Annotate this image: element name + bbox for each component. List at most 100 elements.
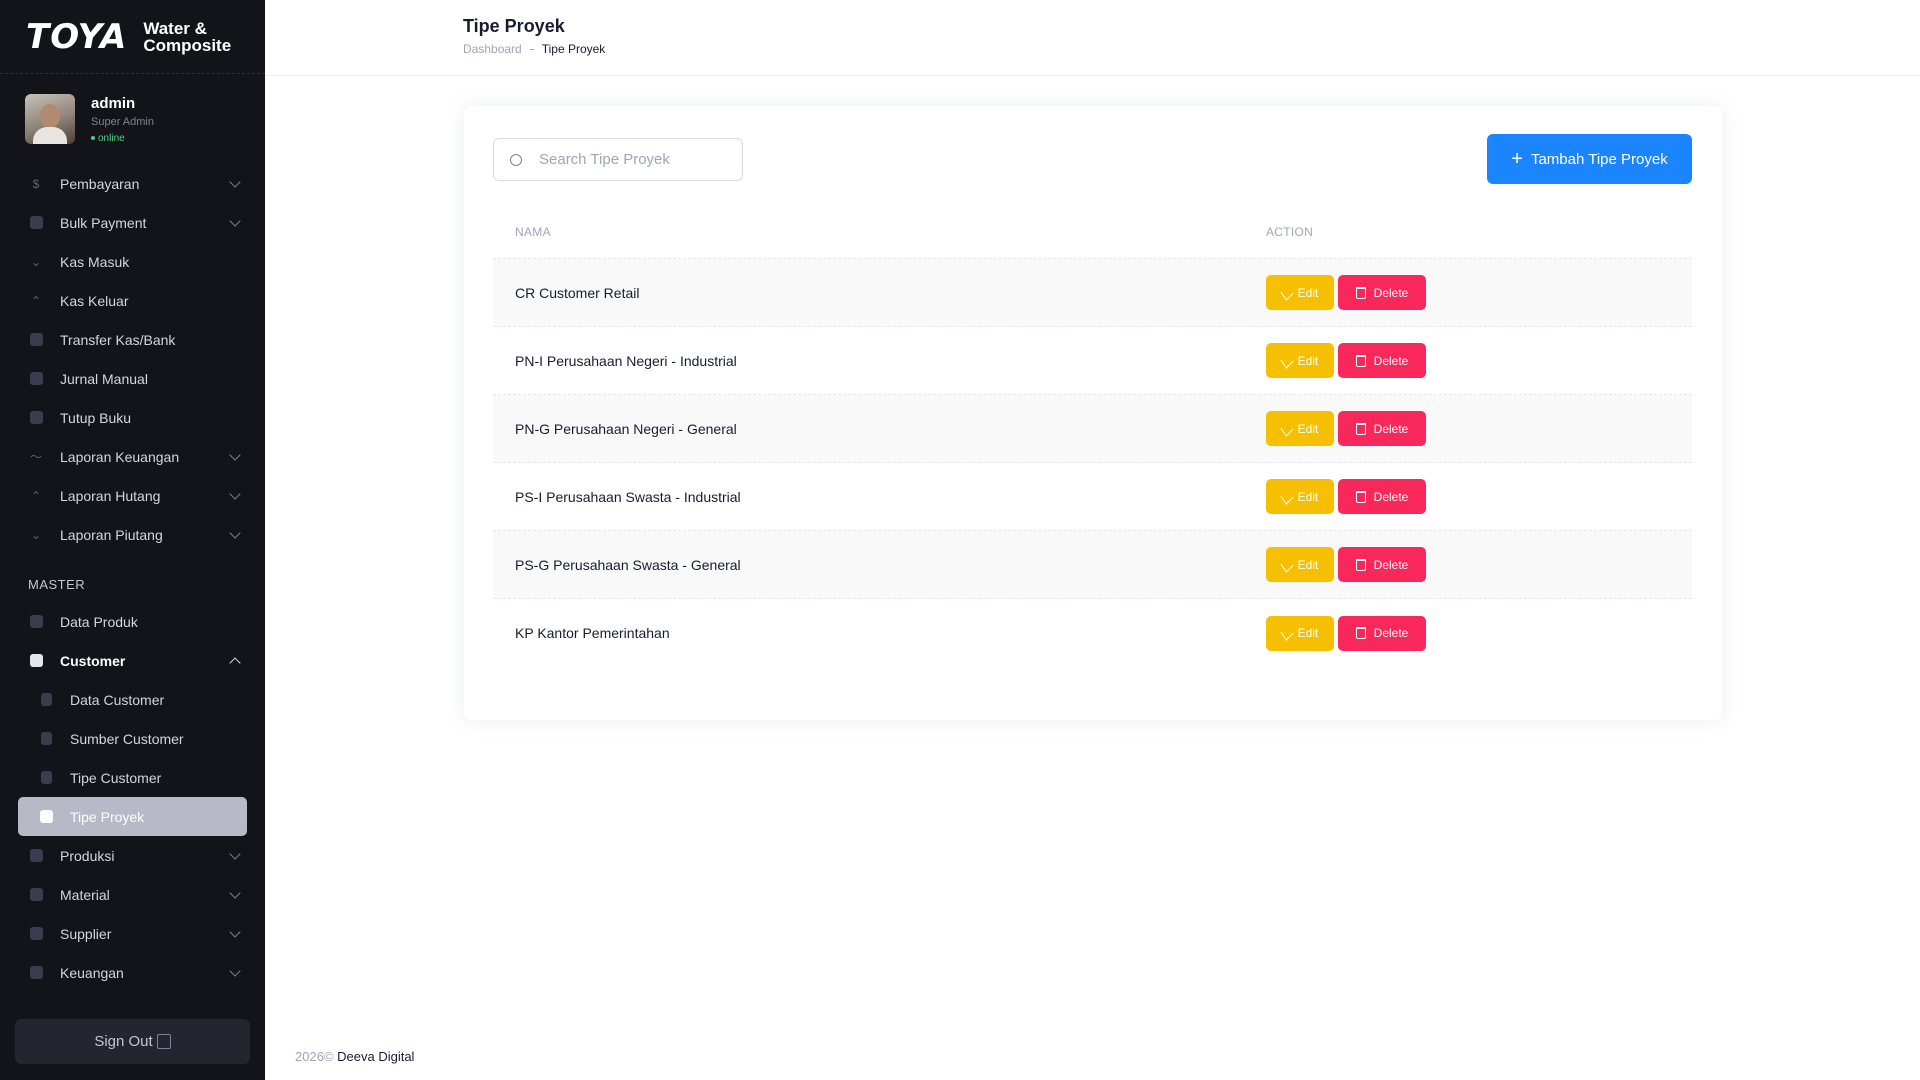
delete-label: Delete	[1373, 626, 1409, 640]
row-actions: Edit Delete	[1266, 547, 1692, 582]
sidebar-item-label: Produksi	[60, 847, 115, 864]
sidebar-item-label: Transfer Kas/Bank	[60, 331, 176, 348]
sidebar-item-label: Tipe Proyek	[70, 808, 145, 825]
row-name: CR Customer Retail	[515, 284, 640, 301]
sidebar-item-pembayaran[interactable]: $ Pembayaran	[0, 164, 265, 203]
search-input[interactable]	[539, 151, 719, 168]
sidebar-item-customer[interactable]: Customer	[0, 641, 265, 680]
sidebar-item-laporan-piutang[interactable]: ⌄ Laporan Piutang	[0, 515, 265, 554]
delete-button[interactable]: Delete	[1338, 343, 1426, 378]
edit-button[interactable]: Edit	[1266, 547, 1334, 582]
sidebar-item-label: Laporan Hutang	[60, 487, 161, 504]
delete-label: Delete	[1373, 353, 1409, 368]
sidebar-item-label: Bulk Payment	[60, 214, 147, 231]
document-icon	[38, 692, 54, 708]
user-status: online	[91, 133, 154, 144]
sidebar-item-label: Pembayaran	[60, 175, 140, 192]
sidebar-item-tutup-buku[interactable]: Tutup Buku	[0, 398, 265, 437]
delete-label: Delete	[1373, 557, 1409, 572]
delete-button[interactable]: Delete	[1338, 411, 1426, 446]
brand[interactable]: TOYA Water & Composite	[0, 0, 265, 74]
sidebar-item-jurnal-manual[interactable]: Jurnal Manual	[0, 359, 265, 398]
footer: 2026© Deeva Digital	[295, 1049, 414, 1064]
delete-button[interactable]: Delete	[1338, 275, 1426, 310]
edit-label: Edit	[1297, 626, 1319, 640]
row-actions: Edit Delete	[1266, 411, 1692, 446]
sidebar-item-transfer-kas-bank[interactable]: Transfer Kas/Bank	[0, 320, 265, 359]
table-row: KP Kantor Pemerintahan Edit Delete	[493, 599, 1692, 667]
dollar-icon: $	[32, 176, 40, 191]
edit-button[interactable]: Edit	[1266, 275, 1334, 310]
user-profile[interactable]: admin Super Admin online	[0, 74, 265, 164]
pencil-icon	[1280, 556, 1294, 573]
sidebar-item-laporan-hutang[interactable]: ⌃ Laporan Hutang	[0, 476, 265, 515]
chevron-down-icon	[229, 847, 241, 860]
breadcrumb-dashboard[interactable]: Dashboard	[463, 42, 522, 56]
arrow-down-icon: ⌄	[30, 254, 42, 269]
delete-label: Delete	[1373, 285, 1409, 300]
sidebar-item-label: Data Customer	[70, 691, 165, 708]
sidebar-item-label: Sumber Customer	[70, 730, 184, 747]
sidebar-item-label: Supplier	[60, 925, 112, 942]
sidebar-item-kas-keluar[interactable]: ⌃ Kas Keluar	[0, 281, 265, 320]
arrow-up-icon: ⌃	[30, 488, 42, 503]
sidebar-item-data-customer[interactable]: Data Customer	[0, 680, 265, 719]
briefcase-icon	[28, 926, 44, 942]
delete-button[interactable]: Delete	[1338, 547, 1426, 582]
column-header-action: ACTION	[1266, 225, 1314, 239]
sidebar-menu: $ Pembayaran Bulk Payment ⌄ Kas Masuk ⌃ …	[0, 164, 265, 992]
user-role: Super Admin	[91, 115, 154, 128]
document-icon	[38, 731, 54, 747]
sidebar-item-kas-masuk[interactable]: ⌄ Kas Masuk	[0, 242, 265, 281]
page-title: Tipe Proyek	[463, 16, 565, 36]
sidebar-item-label: Material	[60, 886, 110, 903]
edit-button[interactable]: Edit	[1266, 479, 1334, 514]
chevron-down-icon	[229, 964, 241, 977]
edit-button[interactable]: Edit	[1266, 615, 1334, 651]
footer-company-link[interactable]: Deeva Digital	[337, 1049, 414, 1064]
delete-button[interactable]: Delete	[1338, 615, 1426, 651]
briefcase-icon	[28, 653, 44, 669]
sidebar-item-label: Kas Keluar	[60, 292, 129, 309]
chevron-down-icon	[229, 448, 241, 461]
add-tipe-proyek-button[interactable]: + Tambah Tipe Proyek	[1487, 134, 1692, 184]
row-actions: Edit Delete	[1266, 275, 1692, 310]
sidebar-item-sumber-customer[interactable]: Sumber Customer	[0, 719, 265, 758]
sidebar-item-data-produk[interactable]: Data Produk	[0, 602, 265, 641]
trash-icon	[1355, 286, 1366, 299]
sidebar-item-label: Tutup Buku	[60, 409, 132, 426]
sidebar-item-label: Jurnal Manual	[60, 370, 148, 387]
delete-button[interactable]: Delete	[1338, 479, 1426, 514]
trash-icon	[1355, 422, 1366, 435]
briefcase-icon	[28, 965, 44, 981]
edit-label: Edit	[1297, 421, 1319, 436]
column-header-nama[interactable]: NAMA	[493, 225, 1266, 239]
sidebar-item-material[interactable]: Material	[0, 875, 265, 914]
sidebar-item-produksi[interactable]: Produksi	[0, 836, 265, 875]
sidebar-item-keuangan[interactable]: Keuangan	[0, 953, 265, 992]
table-row: PN-I Perusahaan Negeri - Industrial Edit…	[493, 327, 1692, 395]
table-header: NAMA ACTION	[493, 206, 1692, 259]
sidebar-item-label: Customer	[60, 652, 126, 669]
sidebar-item-bulk-payment[interactable]: Bulk Payment	[0, 203, 265, 242]
search-box[interactable]	[493, 138, 743, 181]
sidebar-item-supplier[interactable]: Supplier	[0, 914, 265, 953]
edit-button[interactable]: Edit	[1266, 411, 1334, 446]
table-row: PS-I Perusahaan Swasta - Industrial Edit…	[493, 463, 1692, 531]
avatar	[25, 94, 75, 144]
edit-button[interactable]: Edit	[1266, 343, 1334, 378]
breadcrumb-separator	[529, 48, 534, 50]
sign-out-button[interactable]: Sign Out	[15, 1019, 250, 1064]
brand-logo: TOYA	[26, 16, 128, 57]
edit-label: Edit	[1297, 285, 1319, 300]
briefcase-icon	[28, 848, 44, 864]
sidebar-item-label: Keuangan	[60, 964, 124, 981]
sidebar-item-laporan-keuangan[interactable]: 〜 Laporan Keuangan	[0, 437, 265, 476]
sidebar-item-tipe-proyek[interactable]: Tipe Proyek	[18, 797, 247, 836]
chevron-down-icon	[229, 886, 241, 899]
table-row: CR Customer Retail Edit Delete	[493, 259, 1692, 327]
chevron-down-icon	[229, 526, 241, 539]
transfer-icon	[28, 332, 44, 348]
sidebar-item-tipe-customer[interactable]: Tipe Customer	[0, 758, 265, 797]
document-icon	[38, 809, 54, 825]
